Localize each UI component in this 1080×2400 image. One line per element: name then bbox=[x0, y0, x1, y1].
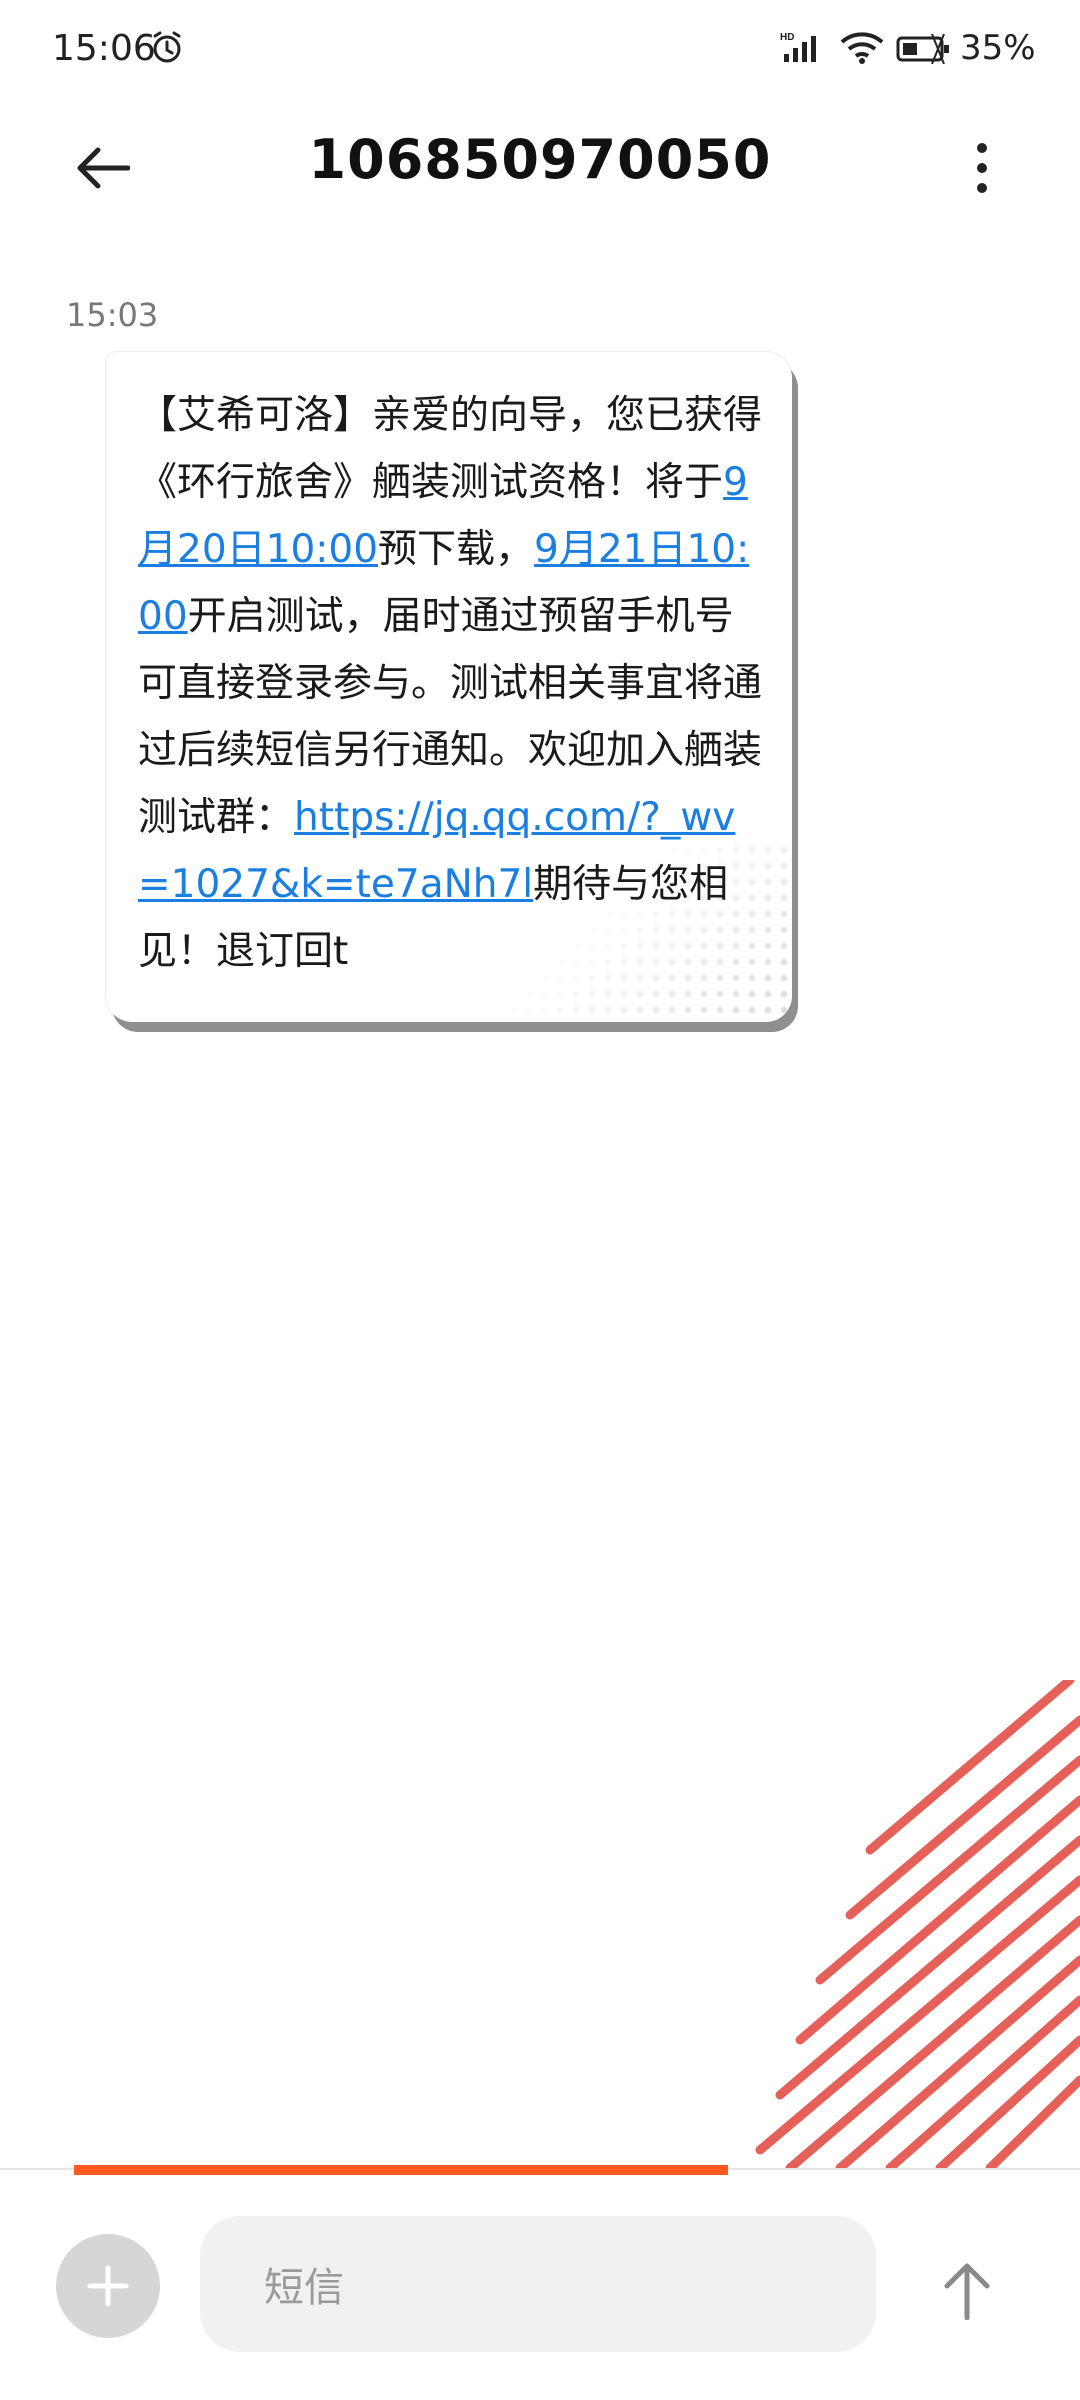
plus-icon[interactable] bbox=[56, 2234, 160, 2338]
svg-text:HD: HD bbox=[780, 32, 794, 43]
more-vertical-icon[interactable] bbox=[960, 128, 1004, 208]
message-text: 【艾希可洛】亲爱的向导，您已获得《环行旅舍》舾装测试资格！将于9月20日10:0… bbox=[138, 382, 762, 985]
status-bar: 15:06 HD 35% bbox=[0, 0, 1080, 96]
alarm-icon bbox=[150, 30, 184, 64]
contact-title: 106850970050 bbox=[308, 128, 772, 191]
decorative-stripes bbox=[755, 1680, 1080, 2170]
send-progress-bar bbox=[74, 2165, 728, 2175]
message-input[interactable]: 短信 bbox=[200, 2216, 876, 2352]
message-text-part: 预下载， bbox=[378, 527, 535, 572]
message-text-part: 【艾希可洛】亲爱的向导，您已获得《环行旅舍》舾装测试资格！将于 bbox=[138, 393, 763, 505]
message-input-placeholder: 短信 bbox=[264, 2265, 344, 2311]
message-bubble[interactable]: 【艾希可洛】亲爱的向导，您已获得《环行旅舍》舾装测试资格！将于9月20日10:0… bbox=[106, 352, 792, 1022]
message-timestamp: 15:03 bbox=[66, 296, 159, 334]
send-arrow-icon[interactable] bbox=[932, 2250, 1002, 2330]
status-time: 15:06 bbox=[52, 28, 156, 69]
wifi-icon bbox=[840, 32, 884, 68]
battery-icon bbox=[896, 33, 956, 68]
battery-percent: 35% bbox=[960, 28, 1036, 68]
conversation-header: 106850970050 bbox=[0, 110, 1080, 230]
hd-signal-icon: HD bbox=[780, 30, 830, 68]
